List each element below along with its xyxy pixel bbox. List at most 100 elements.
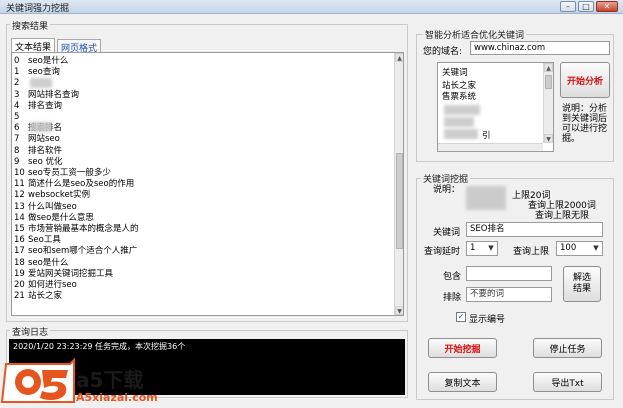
result-row[interactable]: 20 如何进行seo	[14, 280, 77, 291]
result-row[interactable]: 0 seo是什么	[14, 56, 68, 67]
title-bar: 关键词强力挖掘 – □ ✕	[0, 0, 623, 14]
mining-note-label: 说明：	[433, 185, 461, 195]
result-index: 6	[14, 123, 20, 134]
scroll-up-icon[interactable]: ▲	[544, 63, 553, 72]
result-row[interactable]: 9 seo 优化	[14, 157, 63, 168]
keyword-list-header: 关键词	[442, 68, 468, 78]
keyword-label: 关键词	[433, 228, 461, 238]
result-text: 爱站网关键词挖掘工具	[28, 268, 114, 279]
window-title: 关键词强力挖掘	[6, 4, 70, 14]
result-text: seo 优化	[28, 156, 63, 167]
scroll-thumb[interactable]	[396, 153, 403, 249]
redacted-keyword	[444, 117, 474, 127]
keyword-list-item[interactable]: 引	[482, 129, 491, 141]
results-vertical-scrollbar[interactable]: ▲ ▼	[394, 53, 403, 315]
result-text: 市场营销最基本的概念是人的	[28, 224, 139, 234]
result-index: 4	[14, 100, 20, 111]
result-index: 9	[14, 156, 20, 167]
result-row[interactable]: 3 网站排名查询	[14, 90, 79, 101]
result-index: 18	[14, 257, 25, 268]
keyword-list[interactable]: 关键词 站长之家 售票系统 引 ▲ ▼	[437, 62, 554, 152]
result-row[interactable]: 4 排名查询	[14, 101, 62, 112]
scroll-thumb[interactable]	[545, 75, 552, 89]
chevron-down-icon: ▼	[593, 244, 599, 252]
log-group-title: 查询日志	[10, 325, 51, 338]
copy-text-button[interactable]: 复制文本	[428, 372, 497, 392]
result-row[interactable]: 13 什么叫做seo	[14, 202, 77, 213]
result-text: seo是什么	[28, 56, 69, 66]
result-text: seo查询	[28, 67, 60, 78]
analysis-group-title: 智能分析适合优化关键词	[423, 28, 527, 41]
result-text: 网站seo	[28, 134, 60, 145]
result-row[interactable]: 1 seo查询	[14, 67, 60, 78]
a5-watermark-logo: a5下载 A5xiazai.com	[0, 357, 160, 408]
show-number-checkbox[interactable]: ✓	[456, 312, 466, 322]
start-analysis-button[interactable]: 开始分析	[560, 62, 610, 98]
keyword-list-scrollbar[interactable]: ▲ ▼	[543, 63, 553, 143]
result-row[interactable]: 12 websocket实例	[14, 190, 90, 201]
result-index: 1	[14, 67, 20, 78]
result-row[interactable]: 18 seo是什么	[14, 258, 68, 269]
tab-web-format[interactable]: 网页格式	[57, 39, 102, 54]
result-text: 简述什么是seo及seo的作用	[28, 179, 135, 190]
result-index: 2	[14, 78, 20, 89]
result-row[interactable]: 14 做seo是什么意思	[14, 213, 94, 224]
redacted-note	[466, 186, 506, 210]
show-number-label: 显示编号	[469, 315, 506, 325]
chevron-down-icon: ▼	[488, 244, 494, 252]
redacted-result	[30, 122, 52, 132]
start-mining-button[interactable]: 开始挖掘	[428, 338, 497, 358]
result-index: 13	[14, 201, 25, 212]
result-index: 3	[14, 89, 20, 100]
include-input[interactable]	[466, 266, 552, 281]
result-text: 什么叫做seo	[28, 201, 77, 212]
result-index: 10	[14, 168, 25, 178]
scroll-down-icon[interactable]: ▼	[544, 134, 553, 143]
result-index: 11	[14, 179, 25, 190]
result-row[interactable]: 11 简述什么是seo及seo的作用	[14, 179, 134, 190]
watermark-brand: a5下载	[76, 368, 144, 392]
result-row[interactable]: 15 市场营销最基本的概念是人的	[14, 224, 139, 235]
analysis-note: 说明：分析到关键词后可以进行挖掘。	[562, 104, 608, 144]
minimize-button[interactable]: –	[560, 1, 576, 12]
delay-select[interactable]: 1 ▼	[466, 241, 498, 256]
results-list[interactable]: 0seo是什么1seo查询23网站排名查询4排名查询56搜索排名7网站seo8排…	[11, 52, 404, 316]
include-label: 包含	[443, 272, 462, 282]
result-row[interactable]: 19 爱站网关键词挖掘工具	[14, 269, 113, 280]
result-text: seo是什么	[28, 257, 69, 268]
result-text: 站长之家	[28, 291, 63, 302]
keyword-list-item[interactable]: 售票系统	[442, 90, 476, 102]
result-row[interactable]: 2	[14, 78, 28, 89]
close-button[interactable]: ✕	[596, 1, 618, 12]
result-index: 19	[14, 268, 25, 279]
result-row[interactable]: 16 Seo工具	[14, 235, 61, 246]
parse-results-button[interactable]: 解选结果	[563, 266, 601, 302]
redacted-result	[30, 78, 52, 88]
tab-text-results[interactable]: 文本结果	[11, 38, 56, 53]
result-text: 做seo是什么意思	[28, 212, 94, 223]
result-index: 16	[14, 235, 25, 246]
keyword-list-horizontal-scrollbar[interactable]	[438, 143, 543, 151]
limit-label: 查询上限	[513, 247, 550, 257]
watermark-site: A5xiazai.com	[76, 391, 158, 404]
result-text: seo和sem哪个适合个人推广	[28, 246, 138, 257]
result-text: websocket实例	[28, 190, 91, 201]
stop-task-button[interactable]: 停止任务	[533, 338, 602, 358]
exclude-input[interactable]: 不要的词	[466, 287, 552, 302]
result-row[interactable]: 17 seo和sem哪个适合个人推广	[14, 246, 137, 257]
scroll-down-icon[interactable]: ▼	[395, 306, 403, 315]
limit-select[interactable]: 100 ▼	[556, 241, 603, 256]
mining-note-line: 查询上限无限	[535, 211, 590, 221]
result-row[interactable]: 10 seo专员工资一般多少	[14, 168, 111, 179]
domain-input[interactable]: www.chinaz.com	[470, 41, 610, 55]
result-row[interactable]: 21 站长之家	[14, 291, 62, 302]
result-row[interactable]: 5	[14, 112, 28, 123]
result-row[interactable]: 8 排名软件	[14, 146, 62, 157]
result-row[interactable]: 7 网站seo	[14, 134, 60, 145]
export-txt-button[interactable]: 导出Txt	[533, 372, 602, 392]
scroll-up-icon[interactable]: ▲	[395, 53, 403, 62]
keyword-input[interactable]: SEO排名	[466, 222, 603, 237]
maximize-button[interactable]: □	[578, 1, 594, 12]
redacted-keyword	[444, 129, 478, 139]
result-index: 5	[14, 112, 20, 122]
